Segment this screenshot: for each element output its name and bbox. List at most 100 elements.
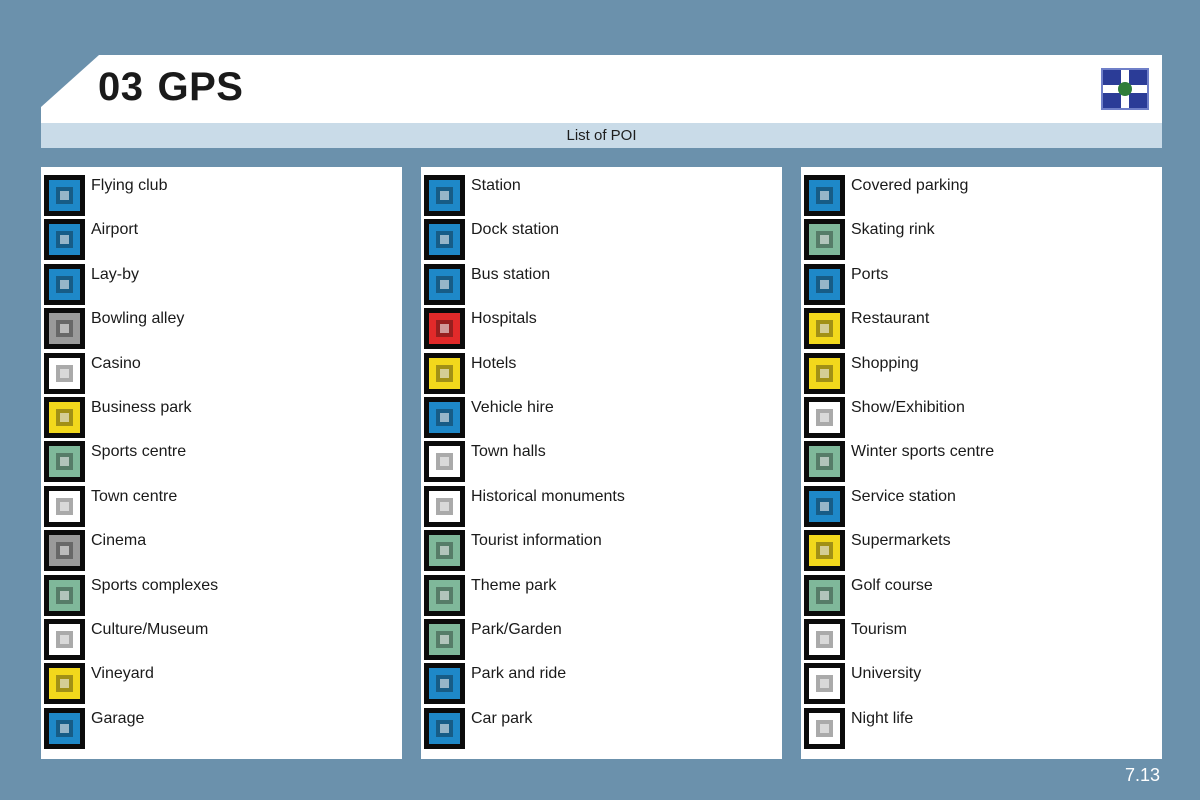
poi-label: Car park: [471, 709, 533, 727]
poi-item: Golf course: [804, 574, 1159, 619]
town-hall-icon: [424, 441, 465, 483]
hospital-icon: [424, 308, 465, 350]
poi-label: Vineyard: [91, 665, 154, 683]
show-exhibition-icon: [804, 396, 845, 438]
poi-item: University: [804, 663, 1159, 707]
chapter-title: GPS: [157, 65, 244, 109]
poi-item: Show/Exhibition: [804, 396, 1159, 441]
poi-item: Sports complexes: [44, 574, 399, 619]
poi-label: Golf course: [851, 576, 933, 594]
hotel-icon: [424, 352, 465, 394]
page-title: 03 GPS: [98, 65, 257, 110]
poi-item: Station: [424, 175, 779, 219]
supermarket-icon: [804, 530, 845, 572]
poi-item: Night life: [804, 707, 1159, 752]
poi-label: Service station: [851, 487, 956, 505]
cinema-icon: [44, 530, 85, 572]
poi-item: Flying club: [44, 175, 399, 219]
poi-label: Night life: [851, 709, 914, 727]
car-park-icon: [424, 707, 465, 749]
poi-label: Culture/Museum: [91, 620, 209, 638]
poi-label: Historical monuments: [471, 487, 625, 505]
poi-item: Car park: [424, 707, 779, 752]
airport-icon: [44, 219, 85, 261]
poi-item: Park and ride: [424, 663, 779, 707]
poi-item: Supermarkets: [804, 530, 1159, 574]
poi-item: Skating rink: [804, 219, 1159, 263]
town-centre-icon: [44, 485, 85, 527]
poi-label: Show/Exhibition: [851, 398, 965, 416]
poi-label: Park/Garden: [471, 620, 562, 638]
poi-label: Town halls: [471, 443, 546, 461]
winter-sports-icon: [804, 441, 845, 483]
poi-item: Bowling alley: [44, 308, 399, 352]
park-garden-icon: [424, 618, 465, 660]
poi-label: Business park: [91, 398, 192, 416]
tourism-icon: [804, 618, 845, 660]
poi-item: Dock station: [424, 219, 779, 263]
page-number: 7.13: [1124, 765, 1160, 785]
poi-item: Town centre: [44, 485, 399, 530]
flying-club-icon: [44, 175, 85, 216]
poi-label: Station: [471, 177, 521, 194]
historical-monument-icon: [424, 485, 465, 527]
culture-museum-icon: [44, 618, 85, 660]
covered-parking-icon: [804, 175, 845, 216]
poi-item: Business park: [44, 396, 399, 441]
poi-item: Cinema: [44, 530, 399, 574]
poi-label: Winter sports centre: [851, 443, 995, 461]
poi-column-1: Flying club Airport Lay-by Bowling alley Cas…: [41, 167, 402, 759]
poi-label: Bus station: [471, 265, 551, 283]
poi-item: Shopping: [804, 352, 1159, 397]
theme-park-icon: [424, 574, 465, 616]
service-station-icon: [804, 485, 845, 527]
poi-label: Hotels: [471, 354, 517, 372]
dock-station-icon: [424, 219, 465, 261]
poi-item: Service station: [804, 485, 1159, 530]
casino-icon: [44, 352, 85, 394]
ports-icon: [804, 263, 845, 305]
poi-item: Ports: [804, 263, 1159, 308]
shopping-icon: [804, 352, 845, 394]
poi-list: Station Dock station Bus station Hospitals H…: [424, 175, 779, 752]
poi-label: Tourist information: [471, 532, 602, 550]
sports-centre-icon: [44, 441, 85, 483]
poi-label: Airport: [91, 221, 139, 239]
page-header: 03 GPS: [41, 55, 1162, 123]
vineyard-icon: [44, 663, 85, 705]
poi-label: Supermarkets: [851, 532, 951, 550]
poi-item: Town halls: [424, 441, 779, 485]
business-park-icon: [44, 396, 85, 438]
poi-label: Hospitals: [471, 310, 537, 328]
poi-label: Restaurant: [851, 310, 930, 328]
poi-label: University: [851, 665, 922, 683]
poi-label: Garage: [91, 709, 145, 727]
poi-label: Town centre: [91, 487, 178, 505]
garage-icon: [44, 707, 85, 749]
poi-item: Sports centre: [44, 441, 399, 485]
poi-item: Casino: [44, 352, 399, 397]
poi-item: Tourist information: [424, 530, 779, 574]
poi-item: Bus station: [424, 263, 779, 308]
poi-item: Lay-by: [44, 263, 399, 308]
poi-item: Vineyard: [44, 663, 399, 707]
sports-complexes-icon: [44, 574, 85, 616]
bus-station-icon: [424, 263, 465, 305]
poi-item: Park/Garden: [424, 618, 779, 663]
poi-label: Lay-by: [91, 265, 140, 283]
bowling-alley-icon: [44, 308, 85, 350]
poi-label: Casino: [91, 354, 141, 372]
vehicle-hire-icon: [424, 396, 465, 438]
poi-item: Airport: [44, 219, 399, 263]
poi-label: Tourism: [851, 620, 908, 638]
poi-label: Ports: [851, 265, 889, 283]
poi-list: Covered parking Skating rink Ports Restaura…: [804, 175, 1159, 752]
poi-item: Covered parking: [804, 175, 1159, 219]
crossroads-icon: [1101, 68, 1149, 110]
lay-by-icon: [44, 263, 85, 305]
poi-item: Vehicle hire: [424, 396, 779, 441]
night-life-icon: [804, 707, 845, 749]
poi-list: Flying club Airport Lay-by Bowling alley Cas…: [44, 175, 399, 752]
poi-label: Covered parking: [851, 177, 969, 194]
skating-rink-icon: [804, 219, 845, 261]
